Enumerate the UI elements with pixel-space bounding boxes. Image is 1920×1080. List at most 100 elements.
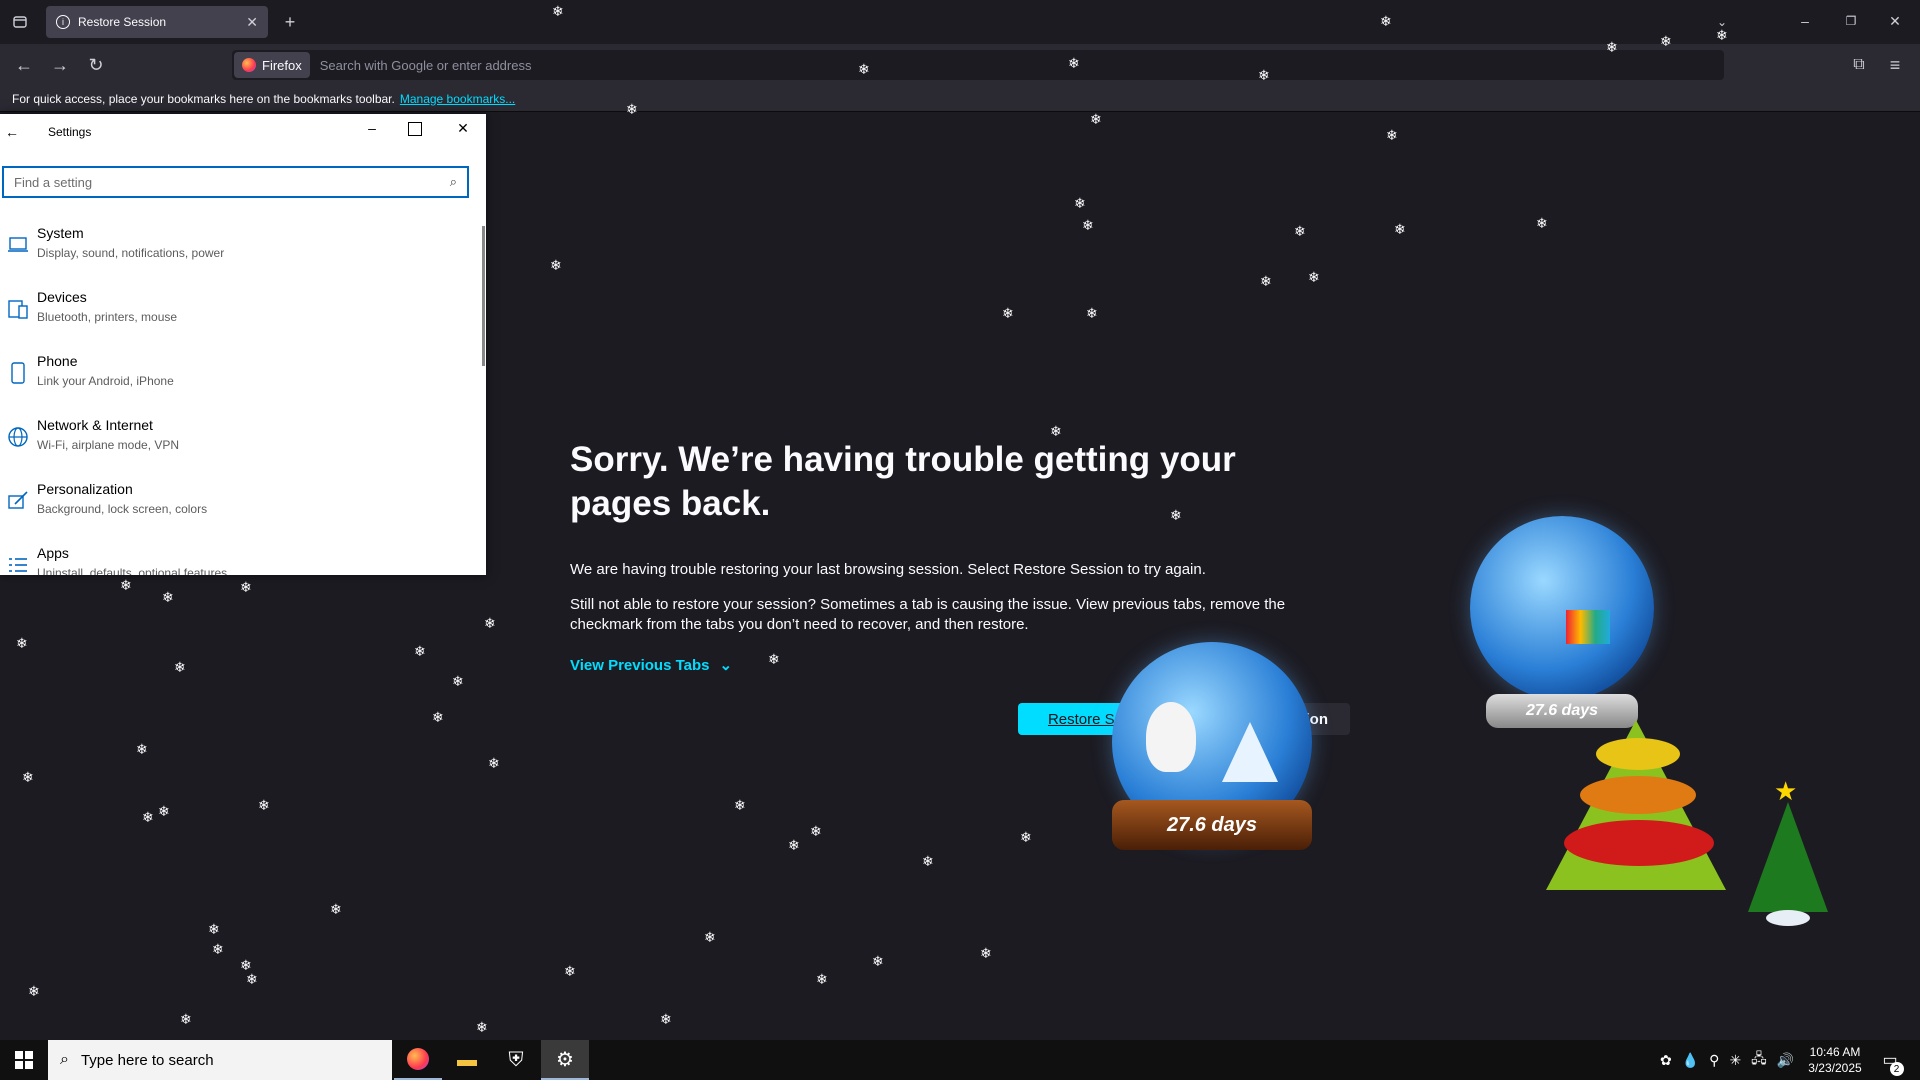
snowflake-icon: ❄: [816, 971, 828, 987]
settings-item-title: Phone: [37, 353, 78, 369]
search-placeholder: Find a setting: [14, 174, 93, 190]
snowflake-icon: ❄: [1082, 217, 1094, 233]
tray-app-icon[interactable]: ✿: [1660, 1052, 1672, 1069]
tab-restore-session[interactable]: i Restore Session ✕: [46, 6, 268, 38]
start-button[interactable]: [0, 1040, 48, 1080]
menu-hamburger-icon[interactable]: ≡: [1882, 53, 1908, 77]
back-arrow-icon[interactable]: ←: [2, 122, 22, 142]
settings-item-system[interactable]: System Display, sound, notifications, pow…: [0, 224, 470, 284]
christmas-tree-icon: [1748, 802, 1828, 912]
snowflake-icon: ❄: [1002, 305, 1014, 321]
spiral-ring-icon: [1596, 738, 1680, 770]
taskbar-file-explorer-icon[interactable]: ▬: [443, 1040, 491, 1080]
close-tab-icon[interactable]: ✕: [246, 14, 258, 31]
page-title: Sorry. We’re having trouble getting your…: [570, 440, 1236, 523]
extensions-icon[interactable]: ⧉: [1846, 53, 1872, 77]
windows-taskbar: ⌕ Type here to search ▬ ⛨ ⚙ ✿ 💧 ⚲ ✳ 🖧 🔊 …: [0, 1040, 1920, 1080]
close-button[interactable]: ✕: [453, 120, 473, 140]
taskbar-security-icon[interactable]: ⛨: [492, 1040, 540, 1080]
settings-item-title: Personalization: [37, 481, 133, 497]
address-input[interactable]: Search with Google or enter address: [320, 58, 532, 73]
snowflake-icon: ❄: [208, 921, 220, 937]
settings-item-title: Apps: [37, 545, 69, 561]
search-engine-chip[interactable]: Firefox: [234, 52, 310, 78]
snowflake-icon: ❄: [1258, 67, 1270, 83]
network-icon[interactable]: 🖧: [1751, 1048, 1767, 1072]
bookmarks-toolbar: For quick access, place your bookmarks h…: [0, 86, 1920, 112]
snowflake-icon: ❄: [1380, 13, 1392, 29]
phone-icon: [0, 358, 36, 388]
new-tab-button[interactable]: +: [278, 10, 302, 34]
settings-item-phone[interactable]: Phone Link your Android, iPhone: [0, 352, 470, 412]
christmas-tree-decoration: ★: [1740, 776, 1836, 940]
snowflake-icon: ❄: [1020, 829, 1032, 845]
close-window-button[interactable]: ✕: [1880, 8, 1910, 34]
settings-window: ← Settings – ✕ Find a setting ⌕ System Di…: [0, 114, 486, 575]
snowflake-icon: ❄: [1716, 27, 1728, 43]
snowflake-icon: ❄: [626, 101, 638, 117]
taskbar-firefox-icon[interactable]: [394, 1040, 442, 1080]
view-previous-tabs-toggle[interactable]: View Previous Tabs ⌄: [570, 656, 732, 675]
tab-title: Restore Session: [78, 15, 167, 29]
system-tray: ✿ 💧 ⚲ ✳ 🖧 🔊: [1660, 1040, 1794, 1080]
settings-item-devices[interactable]: Devices Bluetooth, printers, mouse: [0, 288, 470, 348]
back-arrow-icon[interactable]: ←: [12, 53, 36, 77]
snowflake-icon: ❄: [120, 577, 132, 593]
snowflake-icon: ❄: [158, 803, 170, 819]
snowflake-icon: ❄: [1170, 507, 1182, 523]
snowflake-icon: ❄: [142, 809, 154, 825]
settings-item-title: Network & Internet: [37, 417, 153, 433]
snowflake-icon: ❄: [246, 971, 258, 987]
taskbar-search-box[interactable]: ⌕ Type here to search: [48, 1040, 392, 1080]
error-help-text: Still not able to restore your session? …: [570, 596, 1286, 633]
snowflake-icon: ❄: [1606, 39, 1618, 55]
settings-item-personalization[interactable]: Personalization Background, lock screen, …: [0, 480, 470, 540]
reload-icon[interactable]: ↻: [84, 53, 108, 77]
tray-star-icon[interactable]: ✳: [1729, 1052, 1741, 1069]
taskbar-clock[interactable]: 10:46 AM 3/23/2025: [1790, 1044, 1880, 1076]
globe-icon: [0, 422, 36, 452]
url-bar[interactable]: Firefox Search with Google or enter addr…: [232, 50, 1724, 80]
settings-item-apps[interactable]: Apps Uninstall, defaults, optional featur…: [0, 544, 470, 575]
forward-arrow-icon[interactable]: →: [48, 53, 72, 77]
snowflake-icon: ❄: [734, 797, 746, 813]
settings-item-title: System: [37, 225, 84, 241]
taskbar-search-placeholder: Type here to search: [80, 1051, 214, 1069]
list-all-tabs-icon[interactable]: [8, 10, 32, 34]
tray-search-icon[interactable]: ⚲: [1709, 1052, 1719, 1069]
search-icon: ⌕: [449, 174, 457, 189]
minimize-button[interactable]: –: [1790, 8, 1820, 34]
firefox-logo-icon: [242, 58, 256, 72]
settings-item-subtitle: Wi-Fi, airplane mode, VPN: [37, 438, 180, 452]
settings-scrollbar[interactable]: [482, 226, 485, 366]
laptop-icon: [0, 230, 36, 260]
settings-search-input[interactable]: Find a setting ⌕: [2, 166, 469, 198]
settings-title: Settings: [48, 125, 92, 139]
maximize-button[interactable]: [408, 122, 422, 136]
snowflake-icon: ❄: [414, 643, 426, 659]
snowflake-icon: ❄: [240, 957, 252, 973]
snowflake-icon: ❄: [704, 929, 716, 945]
clock-date: 3/23/2025: [1808, 1061, 1862, 1075]
notification-center-icon[interactable]: ▭ 2: [1870, 1040, 1910, 1080]
snowflake-icon: ❄: [1260, 273, 1272, 289]
snowflake-icon: ❄: [550, 257, 562, 273]
bookmarks-message: For quick access, place your bookmarks h…: [12, 91, 395, 106]
snow-base-icon: [1766, 910, 1810, 926]
restore-window-button[interactable]: ❐: [1836, 8, 1866, 34]
snowflake-icon: ❄: [240, 579, 252, 595]
search-icon: ⌕: [60, 1051, 69, 1068]
snowflake-icon: ❄: [1074, 195, 1086, 211]
snowflake-icon: ❄: [1294, 223, 1306, 239]
minimize-button[interactable]: –: [362, 120, 382, 140]
tray-drop-icon[interactable]: 💧: [1682, 1052, 1699, 1069]
settings-item-network[interactable]: Network & Internet Wi-Fi, airplane mode, …: [0, 416, 470, 476]
manage-bookmarks-link[interactable]: Manage bookmarks...: [400, 92, 515, 106]
taskbar-settings-icon[interactable]: ⚙: [541, 1040, 589, 1080]
snowflake-icon: ❄: [872, 953, 884, 969]
clock-time: 10:46 AM: [1809, 1045, 1861, 1059]
snowflake-icon: ❄: [432, 709, 444, 725]
spiral-ring-icon: [1580, 776, 1696, 814]
gifts-icon: [1566, 610, 1610, 644]
notification-badge: 2: [1889, 1062, 1904, 1076]
